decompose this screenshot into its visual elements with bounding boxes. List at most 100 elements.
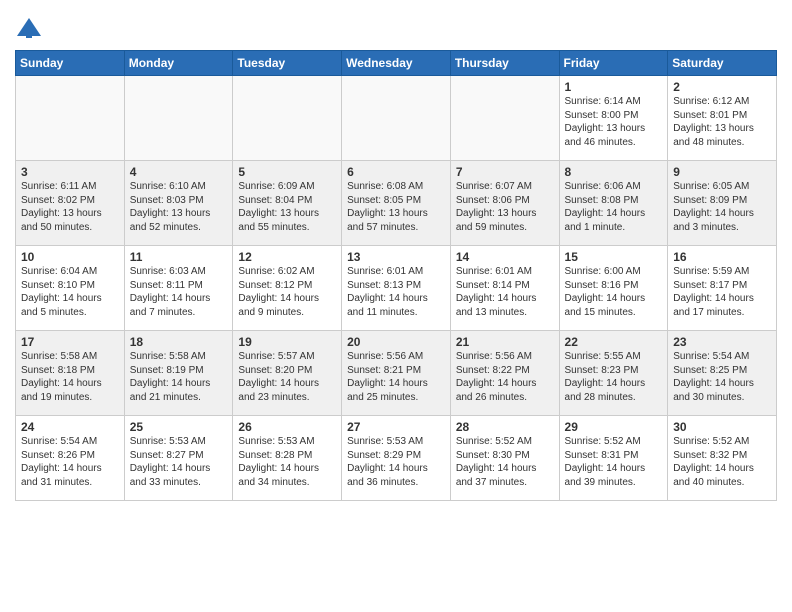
day-number: 30 [673, 420, 771, 434]
day-info: Sunrise: 6:01 AM Sunset: 8:13 PM Dayligh… [347, 265, 445, 319]
day-number: 2 [673, 80, 771, 94]
week-row-1: 1Sunrise: 6:14 AM Sunset: 8:00 PM Daylig… [16, 76, 777, 161]
calendar-cell: 26Sunrise: 5:53 AM Sunset: 8:28 PM Dayli… [233, 416, 342, 501]
calendar-cell: 19Sunrise: 5:57 AM Sunset: 8:20 PM Dayli… [233, 331, 342, 416]
week-row-2: 3Sunrise: 6:11 AM Sunset: 8:02 PM Daylig… [16, 161, 777, 246]
weekday-header-tuesday: Tuesday [233, 51, 342, 76]
calendar-cell: 17Sunrise: 5:58 AM Sunset: 8:18 PM Dayli… [16, 331, 125, 416]
day-number: 10 [21, 250, 119, 264]
day-number: 13 [347, 250, 445, 264]
day-info: Sunrise: 5:58 AM Sunset: 8:18 PM Dayligh… [21, 350, 119, 404]
calendar-cell [233, 76, 342, 161]
day-info: Sunrise: 6:05 AM Sunset: 8:09 PM Dayligh… [673, 180, 771, 234]
calendar-cell: 30Sunrise: 5:52 AM Sunset: 8:32 PM Dayli… [668, 416, 777, 501]
day-number: 22 [565, 335, 663, 349]
calendar-cell: 3Sunrise: 6:11 AM Sunset: 8:02 PM Daylig… [16, 161, 125, 246]
calendar-cell: 2Sunrise: 6:12 AM Sunset: 8:01 PM Daylig… [668, 76, 777, 161]
day-number: 23 [673, 335, 771, 349]
day-number: 12 [238, 250, 336, 264]
weekday-header-wednesday: Wednesday [342, 51, 451, 76]
day-number: 1 [565, 80, 663, 94]
logo-icon [15, 16, 43, 44]
day-info: Sunrise: 5:58 AM Sunset: 8:19 PM Dayligh… [130, 350, 228, 404]
weekday-header-row: SundayMondayTuesdayWednesdayThursdayFrid… [16, 51, 777, 76]
calendar-cell: 23Sunrise: 5:54 AM Sunset: 8:25 PM Dayli… [668, 331, 777, 416]
calendar-cell: 12Sunrise: 6:02 AM Sunset: 8:12 PM Dayli… [233, 246, 342, 331]
day-info: Sunrise: 6:12 AM Sunset: 8:01 PM Dayligh… [673, 95, 771, 149]
calendar-cell: 10Sunrise: 6:04 AM Sunset: 8:10 PM Dayli… [16, 246, 125, 331]
day-info: Sunrise: 5:59 AM Sunset: 8:17 PM Dayligh… [673, 265, 771, 319]
day-info: Sunrise: 5:54 AM Sunset: 8:26 PM Dayligh… [21, 435, 119, 489]
week-row-4: 17Sunrise: 5:58 AM Sunset: 8:18 PM Dayli… [16, 331, 777, 416]
week-row-3: 10Sunrise: 6:04 AM Sunset: 8:10 PM Dayli… [16, 246, 777, 331]
day-number: 21 [456, 335, 554, 349]
calendar-cell: 16Sunrise: 5:59 AM Sunset: 8:17 PM Dayli… [668, 246, 777, 331]
day-info: Sunrise: 5:53 AM Sunset: 8:27 PM Dayligh… [130, 435, 228, 489]
day-number: 28 [456, 420, 554, 434]
calendar-cell: 24Sunrise: 5:54 AM Sunset: 8:26 PM Dayli… [16, 416, 125, 501]
day-number: 8 [565, 165, 663, 179]
day-info: Sunrise: 6:14 AM Sunset: 8:00 PM Dayligh… [565, 95, 663, 149]
day-number: 9 [673, 165, 771, 179]
weekday-header-monday: Monday [124, 51, 233, 76]
calendar-cell: 1Sunrise: 6:14 AM Sunset: 8:00 PM Daylig… [559, 76, 668, 161]
day-number: 19 [238, 335, 336, 349]
calendar-cell [342, 76, 451, 161]
day-info: Sunrise: 5:52 AM Sunset: 8:30 PM Dayligh… [456, 435, 554, 489]
calendar-table: SundayMondayTuesdayWednesdayThursdayFrid… [15, 50, 777, 501]
day-number: 25 [130, 420, 228, 434]
week-row-5: 24Sunrise: 5:54 AM Sunset: 8:26 PM Dayli… [16, 416, 777, 501]
calendar-cell [124, 76, 233, 161]
calendar-cell [16, 76, 125, 161]
day-number: 26 [238, 420, 336, 434]
calendar-cell: 27Sunrise: 5:53 AM Sunset: 8:29 PM Dayli… [342, 416, 451, 501]
day-number: 29 [565, 420, 663, 434]
day-number: 7 [456, 165, 554, 179]
calendar-cell: 29Sunrise: 5:52 AM Sunset: 8:31 PM Dayli… [559, 416, 668, 501]
day-info: Sunrise: 5:54 AM Sunset: 8:25 PM Dayligh… [673, 350, 771, 404]
calendar-cell: 28Sunrise: 5:52 AM Sunset: 8:30 PM Dayli… [450, 416, 559, 501]
day-number: 17 [21, 335, 119, 349]
day-info: Sunrise: 6:01 AM Sunset: 8:14 PM Dayligh… [456, 265, 554, 319]
weekday-header-sunday: Sunday [16, 51, 125, 76]
day-number: 16 [673, 250, 771, 264]
day-number: 24 [21, 420, 119, 434]
day-info: Sunrise: 5:55 AM Sunset: 8:23 PM Dayligh… [565, 350, 663, 404]
weekday-header-friday: Friday [559, 51, 668, 76]
calendar-cell: 11Sunrise: 6:03 AM Sunset: 8:11 PM Dayli… [124, 246, 233, 331]
day-info: Sunrise: 6:08 AM Sunset: 8:05 PM Dayligh… [347, 180, 445, 234]
day-info: Sunrise: 6:02 AM Sunset: 8:12 PM Dayligh… [238, 265, 336, 319]
day-info: Sunrise: 6:07 AM Sunset: 8:06 PM Dayligh… [456, 180, 554, 234]
calendar-cell: 8Sunrise: 6:06 AM Sunset: 8:08 PM Daylig… [559, 161, 668, 246]
day-info: Sunrise: 6:00 AM Sunset: 8:16 PM Dayligh… [565, 265, 663, 319]
calendar-cell: 7Sunrise: 6:07 AM Sunset: 8:06 PM Daylig… [450, 161, 559, 246]
day-number: 11 [130, 250, 228, 264]
day-number: 14 [456, 250, 554, 264]
calendar-cell: 14Sunrise: 6:01 AM Sunset: 8:14 PM Dayli… [450, 246, 559, 331]
day-number: 20 [347, 335, 445, 349]
calendar-cell: 25Sunrise: 5:53 AM Sunset: 8:27 PM Dayli… [124, 416, 233, 501]
day-info: Sunrise: 6:04 AM Sunset: 8:10 PM Dayligh… [21, 265, 119, 319]
day-info: Sunrise: 6:09 AM Sunset: 8:04 PM Dayligh… [238, 180, 336, 234]
day-info: Sunrise: 5:53 AM Sunset: 8:29 PM Dayligh… [347, 435, 445, 489]
day-info: Sunrise: 6:10 AM Sunset: 8:03 PM Dayligh… [130, 180, 228, 234]
day-info: Sunrise: 5:56 AM Sunset: 8:21 PM Dayligh… [347, 350, 445, 404]
day-number: 27 [347, 420, 445, 434]
day-info: Sunrise: 5:52 AM Sunset: 8:32 PM Dayligh… [673, 435, 771, 489]
day-info: Sunrise: 6:11 AM Sunset: 8:02 PM Dayligh… [21, 180, 119, 234]
day-number: 6 [347, 165, 445, 179]
weekday-header-thursday: Thursday [450, 51, 559, 76]
day-info: Sunrise: 5:53 AM Sunset: 8:28 PM Dayligh… [238, 435, 336, 489]
calendar-cell [450, 76, 559, 161]
logo [15, 16, 47, 44]
day-number: 5 [238, 165, 336, 179]
calendar-cell: 9Sunrise: 6:05 AM Sunset: 8:09 PM Daylig… [668, 161, 777, 246]
day-info: Sunrise: 5:52 AM Sunset: 8:31 PM Dayligh… [565, 435, 663, 489]
calendar-cell: 15Sunrise: 6:00 AM Sunset: 8:16 PM Dayli… [559, 246, 668, 331]
day-info: Sunrise: 6:06 AM Sunset: 8:08 PM Dayligh… [565, 180, 663, 234]
day-number: 4 [130, 165, 228, 179]
calendar-cell: 21Sunrise: 5:56 AM Sunset: 8:22 PM Dayli… [450, 331, 559, 416]
calendar-cell: 6Sunrise: 6:08 AM Sunset: 8:05 PM Daylig… [342, 161, 451, 246]
day-number: 15 [565, 250, 663, 264]
calendar-cell: 4Sunrise: 6:10 AM Sunset: 8:03 PM Daylig… [124, 161, 233, 246]
